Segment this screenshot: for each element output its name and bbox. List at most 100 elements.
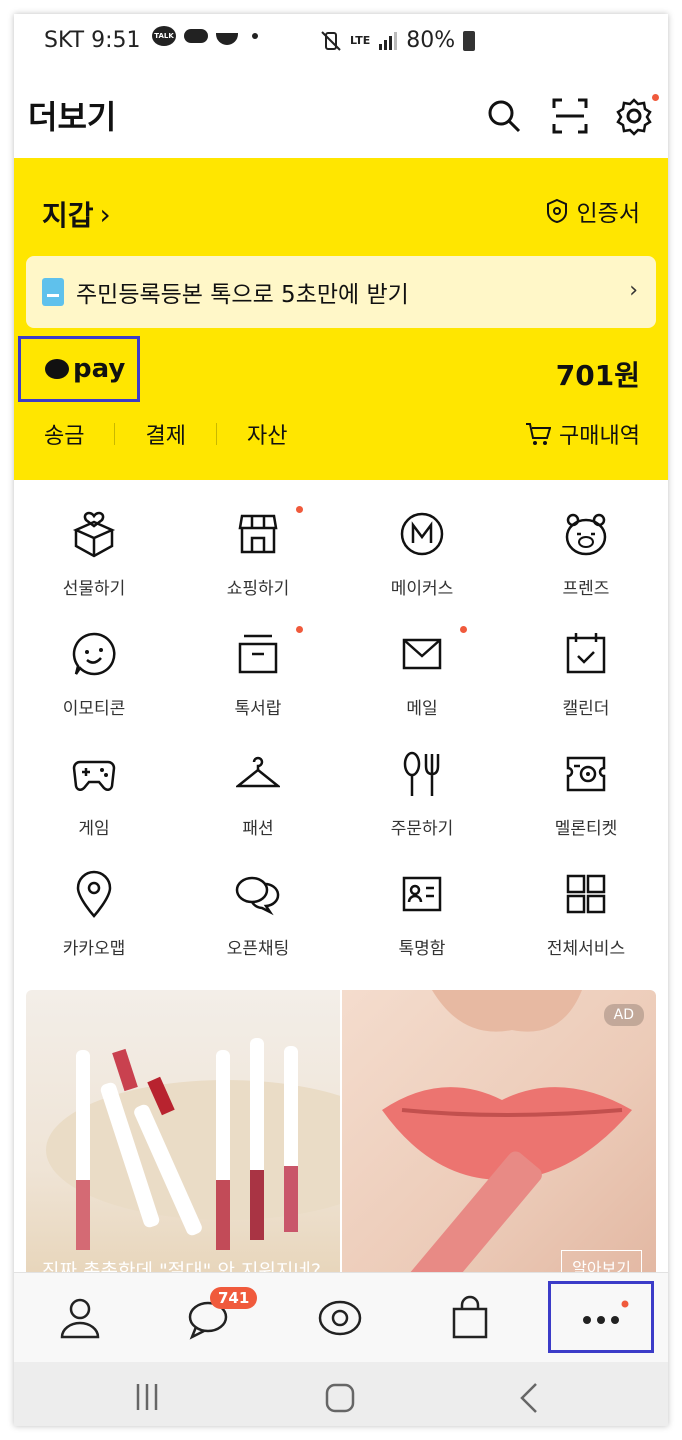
- chevron-right-icon: ›: [629, 278, 638, 303]
- more-notifications-icon: [252, 33, 258, 39]
- service-fashion[interactable]: 패션: [178, 740, 338, 850]
- store-icon: [238, 514, 278, 554]
- cloud-icon: [184, 29, 208, 43]
- service-label: 주문하기: [390, 819, 454, 839]
- emoticon-icon: [72, 632, 116, 676]
- service-label: 전체서비스: [546, 939, 626, 959]
- makers-icon: [400, 512, 444, 556]
- service-gift[interactable]: 선물하기: [14, 500, 174, 610]
- carrier-time: SKT 9:51: [44, 28, 141, 53]
- network-type: LTE: [350, 34, 371, 47]
- ticket-icon: [566, 756, 606, 792]
- ad-tag: AD: [603, 1004, 644, 1026]
- android-nav-bar: [14, 1362, 668, 1426]
- fork-spoon-icon: [403, 751, 440, 796]
- back-icon[interactable]: [518, 1382, 542, 1414]
- chat-unread-badge: 741: [210, 1287, 258, 1309]
- service-calendar[interactable]: 캘린더: [506, 620, 666, 730]
- service-melon-ticket[interactable]: 멜론티켓: [506, 740, 666, 850]
- page-title: 더보기: [28, 98, 117, 136]
- pay-menu: 송금 결제 자산: [44, 418, 287, 450]
- chevron-right-icon: ›: [99, 197, 111, 231]
- recent-apps-icon[interactable]: [132, 1382, 162, 1412]
- friends-tab-icon[interactable]: [50, 1293, 110, 1343]
- service-talk-namecard[interactable]: 톡명함: [342, 860, 502, 970]
- namecard-icon: [402, 876, 442, 912]
- service-makers[interactable]: 메이커스: [342, 500, 502, 610]
- service-label: 메일: [406, 699, 438, 719]
- pay-menu-payment[interactable]: 결제: [145, 418, 185, 450]
- phone-screen: SKT 9:51 TALK LTE 80% 더보기 지갑 › 인증서 주민등록등…: [14, 14, 668, 1426]
- service-label: 멜론티켓: [554, 819, 618, 839]
- kakao-pay-button[interactable]: pay: [18, 336, 140, 402]
- service-talk-drawer[interactable]: 톡서랍: [178, 620, 338, 730]
- service-game[interactable]: 게임: [14, 740, 174, 850]
- new-dot: [296, 506, 303, 513]
- pay-menu-assets[interactable]: 자산: [247, 418, 287, 450]
- home-icon[interactable]: [324, 1382, 356, 1414]
- ad-image-lips: [342, 990, 656, 1286]
- divider: [215, 423, 217, 445]
- lips-illustration: [382, 990, 632, 1286]
- service-emoticon[interactable]: 이모티콘: [14, 620, 174, 730]
- drawer-icon: [238, 634, 278, 674]
- speech-bubble-icon: [45, 359, 69, 379]
- service-label: 메이커스: [390, 579, 454, 599]
- service-label: 카카오맵: [62, 939, 126, 959]
- more-dots-icon: [583, 1300, 629, 1324]
- new-dot: [460, 626, 467, 633]
- certificate-button[interactable]: 인증서: [545, 194, 640, 228]
- settings-new-dot: [652, 94, 659, 101]
- divider: [114, 423, 116, 445]
- service-label: 선물하기: [62, 579, 126, 599]
- service-open-chat[interactable]: 오픈채팅: [178, 860, 338, 970]
- gear-icon[interactable]: [614, 96, 654, 136]
- more-tab-button[interactable]: [548, 1281, 654, 1353]
- page-header: 더보기: [14, 70, 668, 158]
- ad-banner[interactable]: AD 진짜 촉촉한데 "절대" 안 지워지네? 알아보기: [26, 990, 656, 1286]
- new-dot: [296, 626, 303, 633]
- pay-menu-transfer[interactable]: 송금: [44, 418, 84, 450]
- bear-icon: [565, 513, 607, 556]
- notification-icons: TALK: [152, 26, 258, 46]
- cart-icon: [526, 423, 552, 445]
- hanger-icon: [236, 756, 280, 788]
- banner-text: 주민등록등본 톡으로 5초만에 받기: [76, 282, 409, 308]
- ad-image-lipsticks: [26, 990, 406, 1286]
- kakaotalk-notification-icon: TALK: [152, 26, 176, 46]
- system-indicators: LTE 80%: [320, 28, 476, 53]
- service-all-services[interactable]: 전체서비스: [506, 860, 666, 970]
- certificate-label: 인증서: [576, 201, 640, 227]
- search-icon[interactable]: [484, 96, 524, 136]
- service-shopping[interactable]: 쇼핑하기: [178, 500, 338, 610]
- shopping-tab-icon[interactable]: [440, 1293, 500, 1343]
- document-icon: [42, 278, 64, 306]
- battery-percent: 80%: [406, 28, 456, 53]
- scan-icon[interactable]: [550, 96, 590, 136]
- wallet-title-link[interactable]: 지갑 ›: [42, 194, 111, 234]
- signal-icon: [379, 31, 398, 50]
- service-label: 프렌즈: [562, 579, 610, 599]
- pay-balance[interactable]: 701원: [556, 354, 640, 394]
- resident-registration-banner[interactable]: 주민등록등본 톡으로 5초만에 받기 ›: [26, 256, 656, 328]
- wallet-title: 지갑: [42, 199, 94, 232]
- purchase-history-label: 구매내역: [559, 424, 640, 449]
- lipstick-illustration: [46, 1038, 406, 1250]
- view-tab-icon[interactable]: [310, 1293, 370, 1343]
- gamepad-icon: [72, 760, 116, 791]
- vibrate-mute-icon: [321, 30, 341, 51]
- calendar-icon: [566, 633, 606, 674]
- purchase-history-button[interactable]: 구매내역: [525, 418, 640, 450]
- status-bar: SKT 9:51 TALK LTE 80%: [14, 14, 668, 70]
- bottom-tab-bar: 741: [14, 1272, 668, 1362]
- pay-label: pay: [73, 354, 126, 384]
- service-kakao-map[interactable]: 카카오맵: [14, 860, 174, 970]
- service-label: 이모티콘: [62, 699, 126, 719]
- bowl-icon: [216, 33, 238, 45]
- service-order[interactable]: 주문하기: [342, 740, 502, 850]
- shield-icon: [546, 198, 567, 224]
- service-friends[interactable]: 프렌즈: [506, 500, 666, 610]
- wallet-section: 지갑 › 인증서 주민등록등본 톡으로 5초만에 받기 › pay 701원 송…: [14, 158, 668, 480]
- service-mail[interactable]: 메일: [342, 620, 502, 730]
- gift-icon: [72, 511, 116, 558]
